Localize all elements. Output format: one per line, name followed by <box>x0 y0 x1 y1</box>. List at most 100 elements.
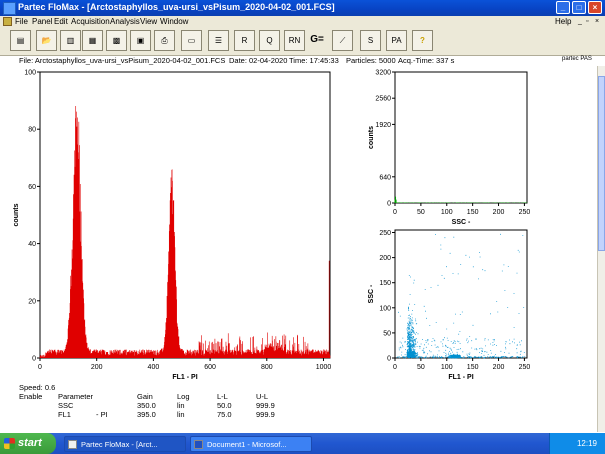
acquire-icon[interactable]: ▩ <box>106 30 127 51</box>
row-ssc-gain[interactable]: 350.0 <box>137 401 156 410</box>
minimize-button[interactable]: _ <box>556 1 570 14</box>
menu-bar: File Panel Edit Acquisition Analysis Vie… <box>0 16 605 27</box>
header-log: Log <box>177 392 190 401</box>
scatter-x-tick-label: 250 <box>519 364 531 371</box>
open-files-icon[interactable]: ▥ <box>60 30 81 51</box>
ssc-x-tick-label: 150 <box>467 209 479 216</box>
ssc-y-tick-label: 2560 <box>375 96 391 103</box>
menu-view[interactable]: View <box>140 16 157 27</box>
taskbar-item-label: Document1 - Microsof... <box>207 440 287 449</box>
windows-logo-icon <box>4 438 15 449</box>
ssc-x-tick-label: 100 <box>441 209 453 216</box>
fl1-y-tick-label: 20 <box>28 298 36 305</box>
brand-label: partec PAS <box>562 56 592 62</box>
scatter-y-tick-label: 0 <box>387 356 391 363</box>
menu-window[interactable]: Window <box>160 16 188 27</box>
file-info-bar: File: Arctostaphyllos_uva-ursi_vsPisum_2… <box>0 56 605 66</box>
ssc-histogram[interactable]: 0 50 100 150 200 2500640192025603200SSC -coun… <box>355 66 535 227</box>
fl1-ssc-dotplot[interactable]: 0 50 100 150 200 250050100150200250FL1 - PISS… <box>355 224 535 380</box>
taskbar-item-label: Partec FloMax - [Arct... <box>81 440 158 449</box>
scatter-y-tick-label: 150 <box>379 280 391 287</box>
row-ssc-param[interactable]: SSC <box>58 401 73 410</box>
scatter-x-tick-label: 100 <box>441 364 453 371</box>
speed-label: Speed: 0.6 <box>19 383 56 392</box>
row-ssc-ll[interactable]: 50.0 <box>217 401 232 410</box>
row-fl1-ll[interactable]: 75.0 <box>217 410 232 419</box>
peak-analysis-icon[interactable]: PA <box>386 30 407 51</box>
open-folder-icon[interactable]: 📂 <box>36 30 57 51</box>
fl1-x-tick-label: 800 <box>261 364 273 371</box>
ssc-y-axis-label: counts <box>368 126 375 149</box>
header-ul: U-L <box>256 392 269 401</box>
region-r-icon[interactable]: R <box>234 30 255 51</box>
menu-edit[interactable]: Edit <box>54 16 68 27</box>
scatter-x-tick-label: 200 <box>493 364 505 371</box>
region-q-icon[interactable]: Q <box>259 30 280 51</box>
menu-help[interactable]: Help <box>555 16 571 27</box>
ssc-x-tick-label: 50 <box>417 209 425 216</box>
print-icon[interactable]: ⎙ <box>154 30 175 51</box>
fl1-y-tick-label: 40 <box>28 241 36 248</box>
row-fl1-ul[interactable]: 999.9 <box>256 410 275 419</box>
app-icon <box>3 2 16 15</box>
window-title: Partec FloMax - [Arctostaphyllos_uva-urs… <box>18 2 335 12</box>
mdi-close-icon[interactable]: × <box>595 16 599 27</box>
fl1-y-tick-label: 100 <box>24 70 36 77</box>
particle-count: Particles: 5000 <box>346 56 396 65</box>
clock[interactable]: 12:19 <box>577 439 597 448</box>
start-label: start <box>18 437 42 449</box>
title-bar: Partec FloMax - [Arctostaphyllos_uva-urs… <box>0 0 605 16</box>
scatter-y-tick-label: 250 <box>379 230 391 237</box>
row-ssc-log[interactable]: lin <box>177 401 185 410</box>
save-icon[interactable]: ▣ <box>130 30 151 51</box>
menu-file[interactable]: File <box>15 16 28 27</box>
system-tray: 12:19 <box>549 433 605 454</box>
row-ssc-ul[interactable]: 999.9 <box>256 401 275 410</box>
help-icon[interactable]: ? <box>412 30 433 51</box>
ssc-x-tick-label: 200 <box>493 209 505 216</box>
display-icon[interactable]: ▤ <box>10 30 31 51</box>
maximize-button[interactable]: □ <box>572 1 586 14</box>
scatter-x-tick-label: 0 <box>393 364 397 371</box>
file-name: File: Arctostaphyllos_uva-ursi_vsPisum_2… <box>19 56 226 65</box>
scatter-x-tick-label: 150 <box>467 364 479 371</box>
row-fl1-param[interactable]: FL1 <box>58 410 71 419</box>
list-icon[interactable]: ☰ <box>208 30 229 51</box>
ssc-y-tick-label: 1920 <box>375 122 391 129</box>
statistics-icon[interactable]: S <box>360 30 381 51</box>
scatter-y-axis-label: SSC - <box>368 284 375 303</box>
menu-acquisition[interactable]: Acquisition <box>71 16 110 27</box>
region-rn-icon[interactable]: RN <box>284 30 305 51</box>
gate-tool-icon[interactable]: ⟋ <box>332 30 353 51</box>
menu-analysis[interactable]: Analysis <box>110 16 140 27</box>
row-fl1-log[interactable]: lin <box>177 410 185 419</box>
books-icon[interactable]: ▦ <box>82 30 103 51</box>
document-icon[interactable] <box>3 17 12 26</box>
toolbar: ▤ 📂 ▥ ▦ ▩ ▣ ⎙ ▭ ☰ R Q RN G= ⟋ S PA ? <box>0 27 605 56</box>
fl1-x-tick-label: 200 <box>91 364 103 371</box>
start-button[interactable]: start <box>0 433 56 454</box>
fl1-histogram[interactable]: 0 200 400 600 800 1000020406080100FL1 - PIcou… <box>0 66 345 381</box>
fl1-y-tick-label: 0 <box>32 356 36 363</box>
file-time: Time: 17:45:33 <box>289 56 339 65</box>
row-fl1-gain[interactable]: 395.0 <box>137 410 156 419</box>
scatter-y-tick-label: 50 <box>383 330 391 337</box>
taskbar-item-flomax[interactable]: Partec FloMax - [Arct... <box>64 436 186 452</box>
taskbar-item-word[interactable]: Document1 - Microsof... <box>190 436 312 452</box>
parameter-panel: Speed: 0.6 Enable Parameter Gain Log L-L… <box>0 380 605 432</box>
close-button[interactable]: × <box>588 1 602 14</box>
scrollbar-thumb[interactable] <box>598 76 605 251</box>
file-date: Date: 02-04-2020 <box>229 56 288 65</box>
monitor-icon[interactable]: ▭ <box>181 30 202 51</box>
ssc-y-tick-label: 0 <box>387 201 391 208</box>
gate-button[interactable]: G= <box>306 30 328 51</box>
menu-panel[interactable]: Panel <box>32 16 52 27</box>
vertical-scrollbar[interactable] <box>597 66 605 432</box>
ssc-x-tick-label: 250 <box>519 209 531 216</box>
word-icon <box>194 440 203 449</box>
fl1-y-tick-label: 60 <box>28 184 36 191</box>
mdi-minimize-icon[interactable]: _ <box>578 16 582 27</box>
taskbar: start Partec FloMax - [Arct... Document1… <box>0 433 605 454</box>
row-fl1-suffix: - PI <box>96 410 108 419</box>
mdi-restore-icon[interactable]: ▫ <box>586 16 588 27</box>
